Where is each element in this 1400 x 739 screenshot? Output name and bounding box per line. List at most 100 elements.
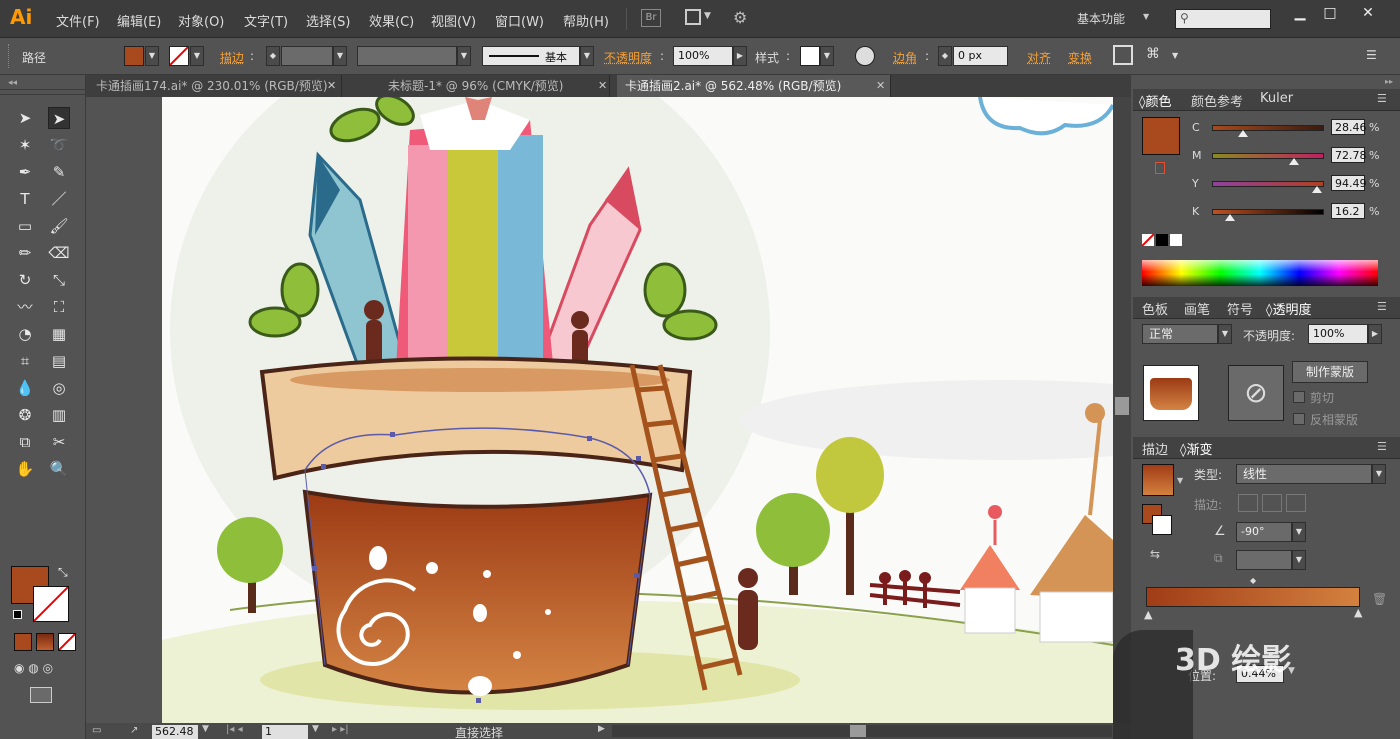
gradient-angle-field[interactable]: -90° — [1236, 522, 1292, 542]
channel-value-c[interactable]: 28.46 — [1331, 119, 1367, 135]
collapse-icon[interactable]: ▸▸ — [1385, 77, 1393, 86]
first-page-icon[interactable]: |◂ ◂ — [226, 724, 243, 735]
close-tab-icon[interactable]: ✕ — [876, 75, 885, 97]
workspace-switcher[interactable]: 基本功能 — [1077, 10, 1125, 27]
rotate-icon[interactable]: ↻ — [14, 269, 36, 291]
none-color-icon[interactable] — [1141, 233, 1155, 247]
invert-mask-checkbox[interactable] — [1293, 413, 1305, 425]
gradient-angle-dropdown[interactable]: ▼ — [1292, 522, 1306, 542]
clip-checkbox[interactable] — [1293, 391, 1305, 403]
type-icon[interactable]: T — [14, 188, 36, 210]
swap-colors-icon[interactable]: ⤡ — [58, 565, 68, 580]
variable-width-profile[interactable] — [357, 46, 457, 66]
slider-thumb[interactable] — [1312, 186, 1323, 193]
artboard[interactable] — [162, 97, 1113, 723]
tab-color-guide[interactable]: 颜色参考 — [1191, 91, 1243, 110]
gradient-type-select[interactable]: 线性 — [1236, 464, 1372, 484]
channel-value-y[interactable]: 94.49 — [1331, 175, 1367, 191]
none-mode-button[interactable] — [58, 633, 76, 651]
color-swatch[interactable] — [1142, 117, 1180, 155]
style-dropdown[interactable]: ▼ — [820, 46, 834, 66]
slider-thumb[interactable] — [1288, 158, 1299, 165]
color-spectrum[interactable] — [1142, 260, 1378, 286]
gradient-mode-button[interactable] — [36, 633, 54, 651]
slider-thumb[interactable] — [1224, 214, 1235, 221]
column-graph-icon[interactable]: ▥ — [48, 404, 70, 426]
gradient-preset-dropdown[interactable]: ▼ — [1177, 476, 1183, 485]
selection-icon[interactable]: ➤ — [14, 107, 36, 129]
screen-mode-icon[interactable] — [30, 687, 52, 703]
stroke-swatch[interactable] — [169, 46, 189, 66]
chevron-down-icon[interactable]: ▼ — [1143, 12, 1149, 21]
stroke-within-icon[interactable] — [1238, 494, 1258, 512]
gradient-stop-left[interactable]: ▲ — [1144, 608, 1152, 621]
channel-value-k[interactable]: 16.2 — [1331, 203, 1365, 219]
aspect-ratio-field[interactable] — [1236, 550, 1292, 570]
gradient-slider[interactable] — [1146, 587, 1360, 607]
panel-menu-icon[interactable]: ☰ — [1366, 48, 1377, 62]
menu-help[interactable]: 帮助(H) — [563, 11, 609, 30]
channel-slider-y[interactable] — [1212, 181, 1324, 187]
menu-window[interactable]: 窗口(W) — [495, 11, 544, 30]
blend-mode-select[interactable]: 正常 — [1142, 324, 1218, 344]
menu-type[interactable]: 文字(T) — [244, 11, 288, 30]
magic-wand-icon[interactable]: ✶ — [14, 134, 36, 156]
chevron-down-icon[interactable]: ▼ — [1172, 51, 1178, 60]
variable-width-dropdown[interactable]: ▼ — [457, 46, 471, 66]
align-link[interactable]: 对齐 — [1027, 49, 1051, 66]
transparency-opacity-field[interactable]: 100% — [1308, 324, 1368, 344]
zoom-field[interactable]: 562.48 — [152, 725, 198, 739]
rectangle-icon[interactable]: ▭ — [14, 215, 36, 237]
pen-icon[interactable]: ✒ — [14, 161, 36, 183]
channel-slider-c[interactable] — [1212, 125, 1324, 131]
collapse-icon[interactable]: ◂◂ — [8, 78, 17, 88]
stroke-dropdown[interactable]: ▼ — [190, 46, 204, 66]
panel-menu-icon[interactable]: ☰ — [1377, 300, 1387, 313]
minimize-button[interactable]: ▁ — [1285, 4, 1315, 22]
channel-value-m[interactable]: 72.78 — [1331, 147, 1367, 163]
opacity-label[interactable]: 不透明度 — [604, 49, 652, 66]
mesh-icon[interactable]: ⌗ — [14, 350, 36, 372]
pencil-icon[interactable]: ✏ — [14, 242, 36, 264]
gpu-performance-icon[interactable]: ⚙ — [733, 8, 747, 27]
opacity-field[interactable]: 100% — [673, 46, 733, 66]
scale-icon[interactable]: ⤡ — [48, 269, 70, 291]
menu-select[interactable]: 选择(S) — [306, 11, 350, 30]
recolor-artwork-icon[interactable] — [855, 46, 875, 66]
tab-kuler[interactable]: Kuler — [1260, 91, 1293, 106]
corner-stepper[interactable]: ◆ — [938, 46, 952, 66]
menu-edit[interactable]: 编辑(E) — [117, 11, 161, 30]
opacity-dropdown[interactable]: ▶ — [733, 46, 747, 66]
tab-stroke[interactable]: 描边 — [1142, 439, 1168, 458]
chevron-down-icon[interactable]: ▼ — [704, 11, 711, 21]
midpoint-diamond[interactable]: ◆ — [1250, 576, 1256, 585]
tab-document-1[interactable]: 卡通插画174.ai* @ 230.01% (RGB/预览) — [88, 75, 342, 97]
aspect-ratio-dropdown[interactable]: ▼ — [1292, 550, 1306, 570]
line-icon[interactable]: ／ — [48, 188, 70, 210]
next-page-icon[interactable]: ▸ ▸| — [332, 724, 349, 735]
draw-mode-icons[interactable]: ◉ ◍ ◎ — [14, 661, 76, 677]
curvature-icon[interactable]: ✎ — [48, 161, 70, 183]
color-mode-button[interactable] — [14, 633, 32, 651]
shape-builder-icon[interactable]: ◔ — [14, 323, 36, 345]
vertical-scrollbar[interactable] — [1113, 97, 1131, 723]
stroke-along-icon[interactable] — [1262, 494, 1282, 512]
hand-icon[interactable]: ✋ — [14, 458, 36, 480]
stroke-weight-field[interactable] — [281, 46, 333, 66]
channel-slider-m[interactable] — [1212, 153, 1324, 159]
corner-field[interactable]: 0 px — [953, 46, 1008, 66]
blend-icon[interactable]: ◎ — [48, 377, 70, 399]
export-icon[interactable]: ↗ — [130, 725, 138, 736]
zoom-dropdown[interactable]: ▼ — [202, 724, 209, 734]
bridge-button[interactable]: Br — [641, 9, 661, 27]
black-color-icon[interactable] — [1156, 234, 1168, 246]
symbol-sprayer-icon[interactable]: ❂ — [14, 404, 36, 426]
stroke-across-icon[interactable] — [1286, 494, 1306, 512]
graph-icon[interactable]: ▦ — [48, 323, 70, 345]
artboard-icon[interactable]: ⧉ — [14, 431, 36, 453]
eraser-icon[interactable]: ⌫ — [48, 242, 70, 264]
gradient-icon[interactable]: ▤ — [48, 350, 70, 372]
gradient-preview[interactable] — [1142, 464, 1174, 496]
free-transform-icon[interactable]: ⛶ — [48, 296, 70, 318]
artboard-nav-icon[interactable]: ▭ — [92, 725, 101, 736]
